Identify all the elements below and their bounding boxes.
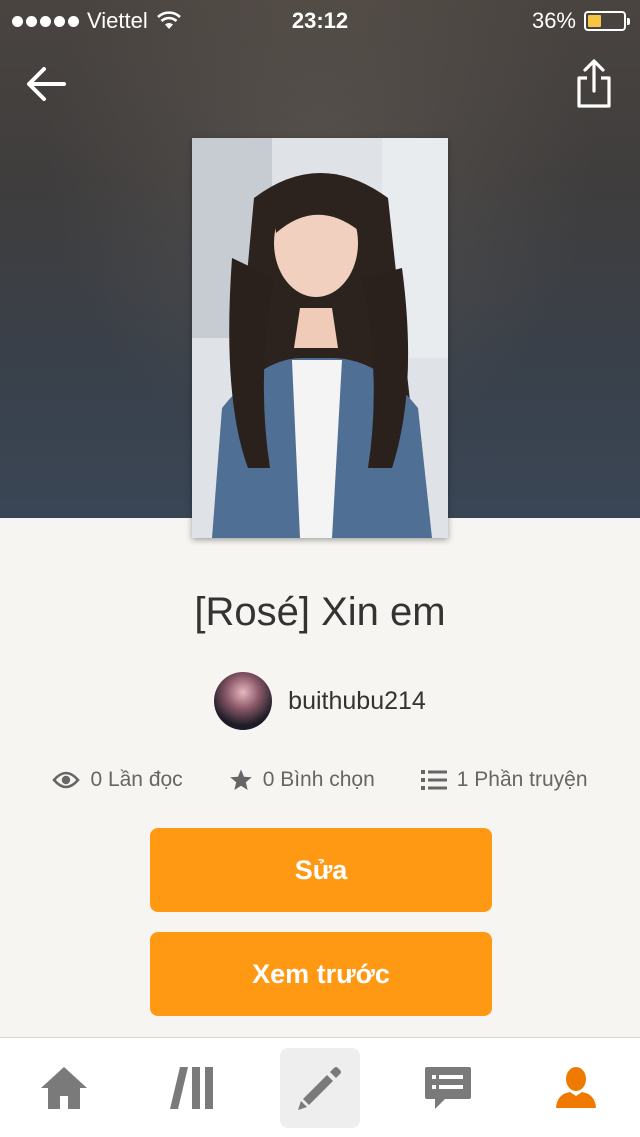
tab-write[interactable] (280, 1048, 360, 1128)
battery-percent: 36% (531, 8, 576, 33)
votes-count: 0 Bình chọn (262, 768, 375, 791)
eye-icon (52, 771, 81, 789)
star-icon (229, 769, 252, 790)
library-icon (170, 1067, 213, 1109)
share-icon[interactable] (574, 58, 614, 110)
home-icon (41, 1067, 87, 1109)
avatar[interactable] (214, 672, 273, 730)
story-cover-image (192, 138, 448, 538)
edit-button[interactable]: Sửa (150, 828, 492, 912)
status-right: 36% (531, 8, 630, 34)
story-title: [Rosé] Xin em (194, 590, 446, 634)
votes-stat: 0 Bình chọn (229, 762, 375, 798)
story-stats: 0 Lần đọc 0 Bình chọn 1 Phần truyện (0, 762, 640, 798)
tab-home[interactable] (24, 1048, 104, 1128)
parts-count: 1 Phần truyện (456, 768, 588, 791)
list-icon (420, 770, 447, 790)
messages-icon (425, 1067, 471, 1109)
author-name[interactable]: buithubu214 (288, 687, 426, 716)
reads-stat: 0 Lần đọc (52, 762, 183, 798)
profile-icon (556, 1067, 596, 1108)
tab-messages[interactable] (408, 1048, 488, 1128)
parts-stat: 1 Phần truyện (420, 762, 588, 798)
pencil-icon (298, 1067, 341, 1110)
preview-button[interactable]: Xem trước (150, 932, 492, 1016)
battery-icon (584, 11, 630, 31)
status-bar: Viettel 23:12 36% (0, 0, 640, 40)
tab-bar (0, 1037, 640, 1137)
arrow-left-icon[interactable] (22, 60, 70, 108)
cover-photo (192, 138, 448, 538)
tab-library[interactable] (152, 1048, 232, 1128)
reads-count: 0 Lần đọc (90, 768, 183, 791)
tab-profile[interactable] (536, 1048, 616, 1128)
author-row[interactable]: buithubu214 (0, 672, 640, 730)
